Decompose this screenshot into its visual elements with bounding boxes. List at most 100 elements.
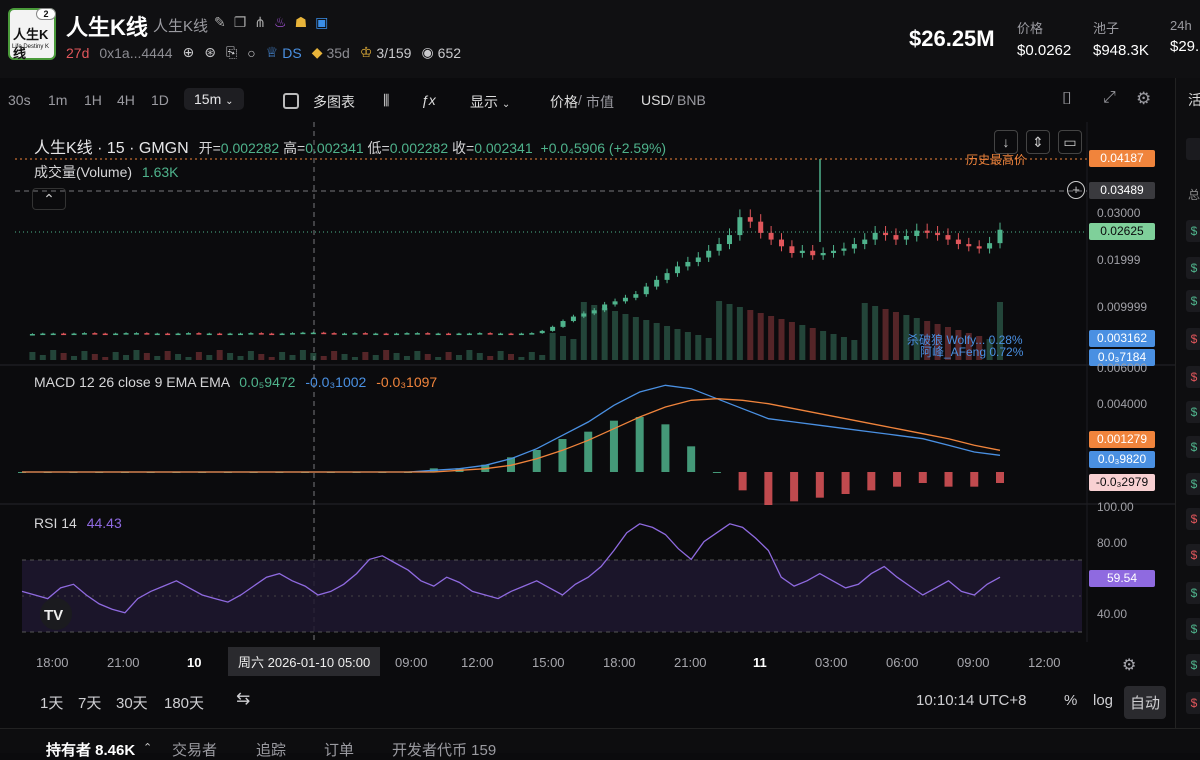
side-row[interactable]: $: [1186, 366, 1200, 388]
utc-clock[interactable]: 10:10:14 UTC+8: [916, 692, 1027, 709]
quote-usd[interactable]: USD: [641, 92, 671, 108]
time-tick: 21:00: [107, 655, 140, 670]
interval-1d[interactable]: 1D: [151, 92, 169, 108]
range-30d[interactable]: 30天: [116, 692, 148, 713]
toggle-mcap[interactable]: 市值: [586, 92, 614, 112]
tab-tracking[interactable]: 追踪: [256, 739, 286, 760]
chart-area[interactable]: TV 人生K线 · 15 · GMGN 开=0.002282 高=0.00234…: [0, 122, 1175, 682]
crosshair-price-tag: 0.03489: [1089, 182, 1155, 199]
chevron-up-icon[interactable]: ⌃: [143, 741, 152, 754]
collapse-panes-button[interactable]: ⇕: [1026, 130, 1050, 154]
tab-traders[interactable]: 交易者: [172, 739, 217, 760]
side-row[interactable]: $: [1186, 473, 1200, 495]
tab-orders[interactable]: 订单: [324, 739, 354, 760]
maximize-pane-button[interactable]: ▭: [1058, 130, 1082, 154]
twitter-icon[interactable]: ⊛: [204, 44, 216, 61]
tab-dev-tokens[interactable]: 开发者代币 159: [392, 739, 496, 760]
toggle-price[interactable]: 价格: [550, 92, 578, 112]
quote-divider: /: [670, 92, 674, 108]
side-row[interactable]: $: [1186, 257, 1200, 279]
search-icon[interactable]: ○: [247, 45, 255, 61]
add-alert-button[interactable]: +: [1067, 181, 1085, 199]
log-toggle[interactable]: log: [1093, 692, 1113, 709]
interval-30s[interactable]: 30s: [8, 92, 31, 108]
chart-legend: 人生K线 · 15 · GMGN 开=0.002282 高=0.002341 低…: [34, 134, 666, 158]
candle-body: [227, 333, 233, 336]
volume-bar: [757, 313, 764, 360]
candle-body: [987, 243, 993, 249]
collapse-button[interactable]: ⌃: [32, 188, 66, 210]
range-180d[interactable]: 180天: [164, 692, 204, 713]
volume-bar: [435, 357, 442, 360]
indicator-icon[interactable]: ƒx: [421, 92, 436, 108]
range-7d[interactable]: 7天: [78, 692, 101, 713]
settings-icon[interactable]: ⚙: [1136, 89, 1151, 109]
candle-body: [487, 333, 493, 335]
telegram-icon[interactable]: ⎘: [226, 44, 237, 61]
trader-marker-2[interactable]: 阿峰_AFeng 0.72%: [920, 343, 1023, 360]
camera-icon[interactable]: ⌷: [1062, 89, 1072, 109]
volume-bar: [455, 355, 462, 360]
quote-bnb[interactable]: BNB: [677, 92, 706, 108]
macd-signal-tag: 0.001279: [1089, 431, 1155, 448]
copy-icon[interactable]: ❐: [234, 14, 247, 31]
candle-body: [310, 332, 316, 335]
candle-type-icon[interactable]: ⫼: [383, 92, 389, 109]
volume-bar: [133, 350, 140, 360]
crown-icon: ♔: [359, 44, 373, 60]
go-to-date-icon[interactable]: ⇆: [236, 689, 250, 709]
fire-icon[interactable]: ♨: [274, 14, 287, 31]
side-row[interactable]: $: [1186, 654, 1200, 676]
close-value: 0.002341: [474, 140, 533, 156]
volume-bar: [185, 357, 192, 360]
side-filter-box[interactable]: [1186, 138, 1200, 160]
side-row[interactable]: $: [1186, 401, 1200, 423]
multi-chart-checkbox[interactable]: [283, 93, 299, 109]
auto-toggle[interactable]: 自动: [1124, 686, 1167, 719]
macd-legend: MACD 12 26 close 9 EMA EMA 0.0₅9472 -0.0…: [34, 374, 437, 390]
community-icon[interactable]: ☗: [295, 14, 308, 31]
side-row[interactable]: $: [1186, 290, 1200, 312]
side-row[interactable]: $: [1186, 508, 1200, 530]
token-title: 人生K线: [66, 15, 148, 40]
chat-icon[interactable]: ▣: [315, 14, 328, 31]
candle-body: [196, 333, 202, 335]
share-icon[interactable]: ⋔: [254, 14, 266, 31]
interval-1m[interactable]: 1m: [48, 92, 67, 108]
range-1d[interactable]: 1天: [40, 692, 63, 713]
volume-bar: [164, 351, 171, 360]
high-value: 0.002341: [305, 140, 364, 156]
candle-body: [269, 333, 275, 336]
tab-holders[interactable]: 持有者 8.46K: [46, 739, 135, 760]
volume-bar: [372, 355, 379, 360]
multi-chart-label[interactable]: 多图表: [313, 92, 355, 112]
volume-bar: [549, 333, 556, 360]
side-row[interactable]: $: [1186, 544, 1200, 566]
candle-body: [466, 333, 472, 336]
edit-icon[interactable]: ✎: [214, 14, 226, 31]
candle-body: [820, 253, 826, 256]
display-dropdown[interactable]: 显示 ⌄: [470, 92, 510, 112]
time-tick: 12:00: [461, 655, 494, 670]
side-row[interactable]: $: [1186, 582, 1200, 604]
volume-bar: [29, 352, 36, 360]
volume-bar: [60, 353, 67, 360]
side-row[interactable]: $: [1186, 220, 1200, 242]
interval-1h[interactable]: 1H: [84, 92, 102, 108]
side-row[interactable]: $: [1186, 328, 1200, 350]
fullscreen-icon[interactable]: ⤢: [1103, 89, 1116, 107]
candle-body: [133, 333, 139, 335]
side-row[interactable]: $: [1186, 692, 1200, 714]
chart-canvas[interactable]: TV: [0, 122, 1175, 682]
contract-address[interactable]: 0x1a...4444: [99, 45, 172, 61]
activity-tab[interactable]: 活: [1188, 90, 1200, 110]
candle-body: [674, 266, 680, 274]
website-icon[interactable]: ⊕: [183, 44, 195, 61]
chart-settings-gear-icon[interactable]: ⚙: [1122, 655, 1136, 675]
interval-4h[interactable]: 4H: [117, 92, 135, 108]
interval-selector[interactable]: 15m ⌄: [184, 88, 244, 110]
side-row[interactable]: $: [1186, 436, 1200, 458]
side-row[interactable]: $: [1186, 618, 1200, 640]
candle-body: [570, 316, 576, 322]
percent-toggle[interactable]: %: [1064, 692, 1077, 709]
